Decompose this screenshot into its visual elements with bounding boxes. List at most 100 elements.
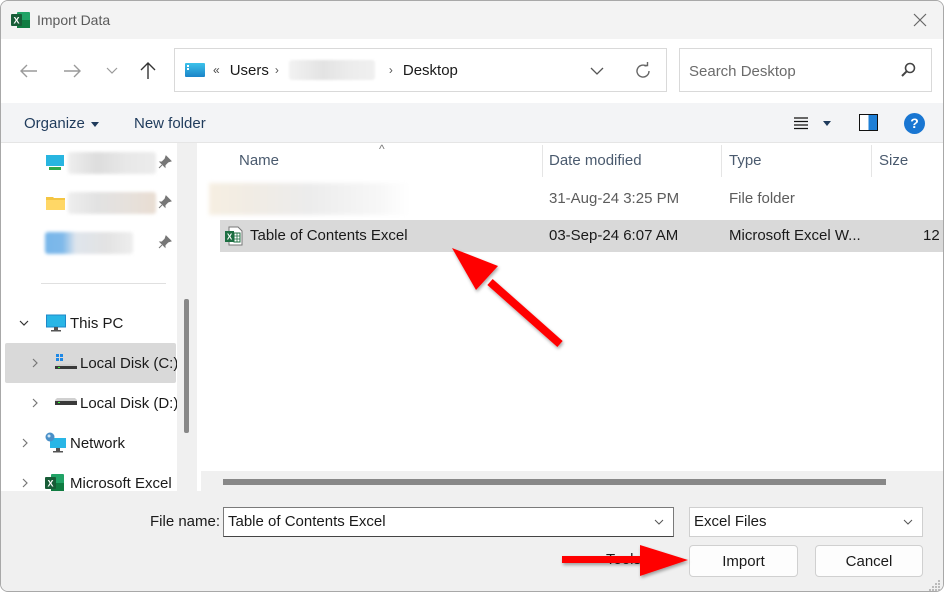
breadcrumb-desktop[interactable]: Desktop [403, 62, 458, 79]
nav-item-local-disk-d[interactable]: Local Disk (D:) [1, 383, 179, 423]
navigation-pane: This PC Local Disk (C:) Local Disk (D:) … [1, 143, 194, 491]
breadcrumb-separator[interactable]: › [275, 63, 279, 77]
chevron-right-icon[interactable] [19, 477, 31, 489]
quick-access-label-blurred [68, 152, 156, 174]
scrollbar-thumb[interactable] [223, 479, 886, 485]
list-view-icon[interactable] [791, 113, 811, 133]
chevron-right-icon[interactable] [29, 357, 41, 369]
file-row-selected[interactable]: X Table of Contents Excel 03-Sep-24 6:07… [220, 220, 943, 252]
title-bar: X Import Data [1, 1, 943, 39]
file-row[interactable]: 31-Aug-24 3:25 PM File folder [209, 183, 943, 215]
chevron-down-icon[interactable] [653, 516, 665, 528]
nav-item-label: Local Disk (D:) [80, 394, 179, 412]
organize-menu[interactable]: Organize [24, 115, 99, 132]
address-dropdown-button[interactable] [585, 59, 609, 83]
file-type: File folder [729, 190, 795, 207]
command-bar: Organize New folder ? [1, 103, 943, 143]
resize-grip-icon[interactable] [929, 579, 941, 591]
nav-pane-scrollbar[interactable] [177, 143, 194, 491]
quick-access-item[interactable] [1, 223, 177, 263]
nav-item-this-pc[interactable]: This PC [1, 303, 177, 343]
file-type-value: Excel Files [694, 513, 767, 530]
scrollbar-thumb[interactable] [184, 299, 189, 433]
this-pc-icon [46, 314, 66, 332]
search-box[interactable] [679, 48, 932, 92]
address-bar[interactable]: « Users › › Desktop [174, 48, 667, 92]
cancel-button[interactable]: Cancel [815, 545, 923, 577]
close-button[interactable] [905, 5, 935, 35]
column-separator[interactable] [871, 145, 872, 177]
pin-icon[interactable] [158, 195, 172, 209]
breadcrumb: « Users › › Desktop [185, 49, 458, 91]
window-title: Import Data [37, 12, 111, 28]
svg-text:X: X [47, 479, 53, 489]
import-data-dialog: X Import Data « Users › › Desktop Search… [0, 0, 944, 592]
quick-access-item[interactable] [1, 143, 177, 183]
nav-item-label: Local Disk (C:) [80, 354, 179, 372]
organize-label: Organize [24, 115, 85, 132]
this-pc-icon [185, 63, 205, 77]
excel-icon: X [45, 474, 64, 491]
forward-button[interactable] [58, 57, 86, 85]
column-header-type[interactable]: Type [729, 143, 869, 177]
close-icon [913, 13, 927, 27]
cloud-icon [45, 232, 133, 254]
nav-item-network[interactable]: Network [1, 423, 177, 463]
new-folder-button[interactable]: New folder [134, 115, 206, 132]
file-type: Microsoft Excel W... [729, 227, 861, 244]
arrow-left-icon [20, 64, 37, 78]
folder-name-blurred [209, 183, 409, 215]
chevron-down-icon[interactable] [902, 516, 914, 528]
nav-item-microsoft-excel[interactable]: X Microsoft Excel [1, 463, 177, 491]
file-date: 03-Sep-24 6:07 AM [549, 227, 679, 244]
file-name-label: File name: [150, 513, 221, 530]
nav-item-label: Network [70, 434, 126, 452]
pin-icon[interactable] [158, 155, 172, 169]
column-header-date-modified[interactable]: Date modified [549, 143, 719, 177]
nav-item-local-disk-c[interactable]: Local Disk (C:) [5, 343, 179, 383]
search-icon[interactable] [899, 61, 917, 79]
up-button[interactable] [134, 57, 162, 85]
refresh-button[interactable] [631, 59, 655, 83]
view-options-dropdown[interactable] [823, 121, 831, 126]
tools-menu[interactable]: Tools [606, 551, 641, 568]
drive-icon [55, 398, 77, 405]
breadcrumb-separator[interactable]: › [389, 63, 393, 77]
navigation-bar: « Users › › Desktop [1, 39, 943, 103]
search-input[interactable] [689, 60, 889, 82]
file-size: 12 [923, 227, 940, 244]
file-name-input[interactable] [228, 513, 633, 530]
file-date: 31-Aug-24 3:25 PM [549, 190, 680, 207]
breadcrumb-users[interactable]: Users [230, 62, 269, 79]
file-list-horizontal-scrollbar[interactable] [201, 471, 943, 491]
breadcrumb-overflow[interactable]: « [213, 63, 220, 77]
file-name-combobox[interactable] [223, 507, 674, 537]
chevron-down-icon[interactable] [18, 317, 30, 329]
recent-locations-button[interactable] [98, 57, 126, 85]
column-separator[interactable] [721, 145, 722, 177]
file-list: ^ Name Date modified Type Size 31-Aug-24… [197, 143, 943, 491]
preview-pane-icon[interactable] [859, 114, 878, 131]
chevron-right-icon[interactable] [29, 397, 41, 409]
column-header-name[interactable]: Name [239, 143, 539, 177]
network-icon [45, 432, 66, 453]
import-button[interactable]: Import [689, 545, 798, 577]
pin-icon[interactable] [158, 235, 172, 249]
folder-icon [46, 197, 65, 210]
chevron-down-icon [590, 67, 604, 75]
excel-icon: X [11, 12, 30, 28]
chevron-down-icon [106, 67, 118, 74]
file-name: Table of Contents Excel [250, 227, 408, 244]
help-button[interactable]: ? [904, 113, 925, 134]
column-header-size[interactable]: Size [879, 143, 943, 177]
nav-item-label: This PC [70, 314, 124, 332]
back-button[interactable] [15, 57, 43, 85]
chevron-right-icon[interactable] [19, 437, 31, 449]
nav-divider [41, 283, 166, 284]
quick-access-item[interactable] [1, 183, 177, 223]
quick-access-label-blurred [68, 192, 156, 214]
breadcrumb-username-blurred[interactable] [288, 60, 375, 80]
column-separator[interactable] [542, 145, 543, 177]
file-type-select[interactable]: Excel Files [689, 507, 923, 537]
arrow-up-icon [140, 62, 156, 79]
